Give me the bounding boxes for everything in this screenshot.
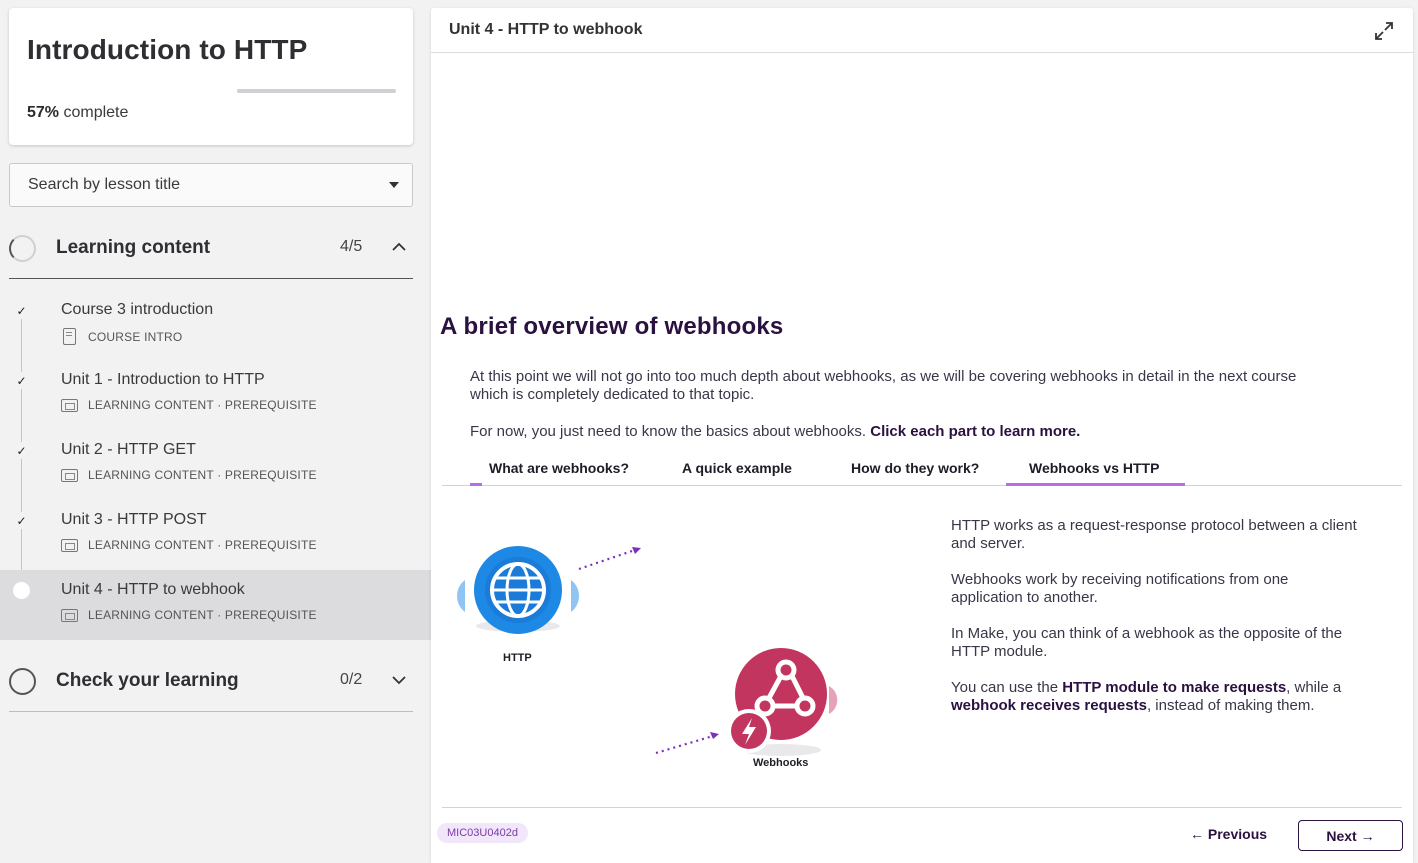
lesson-meta: LEARNING CONTENT · PREREQUISITE [61,468,317,482]
slides-icon [61,468,78,482]
lesson-title: Unit 2 - HTTP GET [61,441,196,458]
lesson-item-unit-1[interactable]: ✓ Unit 1 - Introduction to HTTP LEARNING… [0,360,431,430]
http-vs-webhook-diagram: HTTP Webhooks [443,528,863,788]
lesson-header-title: Unit 4 - HTTP to webhook [449,21,643,38]
progress-bar [237,89,396,93]
lesson-search-placeholder: Search by lesson title [28,176,181,193]
paragraph-summary: You can use the HTTP module to make requ… [951,679,1361,715]
instruction-paragraph: For now, you just need to know the basic… [470,423,1080,440]
lesson-header: Unit 4 - HTTP to webhook [431,8,1413,53]
lesson-item-unit-3[interactable]: ✓ Unit 3 - HTTP POST LEARNING CONTENT · … [0,500,431,570]
course-title: Introduction to HTTP [27,34,308,65]
course-sidebar: Introduction to HTTP 57% complete Search… [0,0,431,863]
check-icon: ✓ [13,302,30,319]
comparison-text: HTTP works as a request-response protoco… [951,517,1361,733]
section-label: Check your learning [56,670,239,691]
lesson-meta: COURSE INTRO [61,328,182,345]
http-module-label: HTTP [503,652,532,664]
next-button[interactable]: Next → [1298,820,1403,851]
lesson-search-dropdown[interactable]: Search by lesson title [9,163,413,207]
lesson-content-panel: Unit 4 - HTTP to webhook A brief overvie… [431,8,1413,863]
slides-icon [61,538,78,552]
webhook-module-icon [727,648,838,756]
tab-what-are-webhooks[interactable]: What are webhooks? [489,460,629,476]
section-learning-content[interactable]: Learning content 4/5 [9,226,413,279]
outgoing-arrow [578,547,641,571]
slides-icon [61,398,78,412]
tab-webhooks-vs-http[interactable]: Webhooks vs HTTP [1029,460,1159,476]
lesson-item-unit-2[interactable]: ✓ Unit 2 - HTTP GET LEARNING CONTENT · P… [0,430,431,500]
summary-text: , instead of making them. [1146,697,1315,714]
check-icon: ✓ [13,512,30,529]
chevron-up-icon[interactable] [392,239,406,256]
progress-ring-icon [9,235,36,262]
section-count: 0/2 [340,671,363,688]
lesson-meta-text: LEARNING CONTENT · PREREQUISITE [88,398,317,412]
lesson-meta: LEARNING CONTENT · PREREQUISITE [61,608,317,622]
tab-a-quick-example[interactable]: A quick example [682,460,792,476]
lesson-list: ✓ Course 3 introduction COURSE INTRO ✓ U… [0,290,431,640]
section-check-your-learning[interactable]: Check your learning 0/2 [9,659,413,712]
progress-percent: 57% [27,104,60,121]
current-dot-icon [13,582,30,599]
lesson-title: Unit 4 - HTTP to webhook [61,581,245,598]
lesson-title: Unit 1 - Introduction to HTTP [61,371,265,388]
lesson-title: Course 3 introduction [61,301,214,318]
paragraph-webhooks: Webhooks work by receiving notifications… [951,571,1289,606]
footer-divider [442,807,1402,808]
lesson-title: Unit 3 - HTTP POST [61,511,207,528]
tab-indicator-stub [470,483,482,486]
lesson-item-course-3-introduction[interactable]: ✓ Course 3 introduction COURSE INTRO [0,290,431,360]
lesson-item-unit-4-active[interactable]: Unit 4 - HTTP to webhook LEARNING CONTEN… [0,570,431,640]
summary-text: You can use the [951,679,1063,696]
intro-paragraph: At this point we will not go into too mu… [470,368,1297,403]
previous-button[interactable]: ← Previous [1190,826,1267,842]
instruction-emphasis: Click each part to learn more. [870,423,1081,440]
lesson-meta: LEARNING CONTENT · PREREQUISITE [61,538,317,552]
summary-text: , while a [1286,679,1342,696]
content-code-badge: MIC03U0402d [437,823,528,843]
summary-emphasis: HTTP module to make requests [1062,679,1287,696]
progress-suffix: complete [59,104,129,121]
check-icon: ✓ [13,372,30,389]
incoming-arrow [655,732,719,755]
expand-icon[interactable] [1374,21,1394,41]
lesson-meta-text: COURSE INTRO [88,329,183,344]
tab-bar: What are webhooks? A quick example How d… [442,451,1402,486]
tab-how-do-they-work[interactable]: How do they work? [851,460,979,476]
paragraph-make: In Make, you can think of a webhook as t… [951,625,1343,660]
slides-icon [61,608,78,622]
section-count: 4/5 [340,238,363,255]
progress-ring-icon [9,668,36,695]
http-module-icon [457,546,579,634]
course-progress-card: Introduction to HTTP 57% complete [9,8,413,145]
lesson-meta-text: LEARNING CONTENT · PREREQUISITE [88,608,317,622]
section-heading: A brief overview of webhooks [440,313,784,340]
lesson-meta-text: LEARNING CONTENT · PREREQUISITE [88,538,317,552]
caret-down-icon [389,182,399,188]
document-icon [63,328,76,345]
lesson-meta-text: LEARNING CONTENT · PREREQUISITE [88,468,317,482]
summary-emphasis: webhook receives requests [951,697,1147,714]
paragraph-http: HTTP works as a request-response protoco… [951,517,1357,552]
webhooks-module-label: Webhooks [753,757,809,769]
active-tab-indicator [1006,483,1185,486]
chevron-down-icon[interactable] [392,672,406,689]
check-icon: ✓ [13,442,30,459]
lesson-meta: LEARNING CONTENT · PREREQUISITE [61,398,317,412]
instruction-text: For now, you just need to know the basic… [470,423,871,440]
progress-bar-fill [237,89,328,93]
progress-text: 57% complete [27,104,128,122]
section-label: Learning content [56,237,211,258]
